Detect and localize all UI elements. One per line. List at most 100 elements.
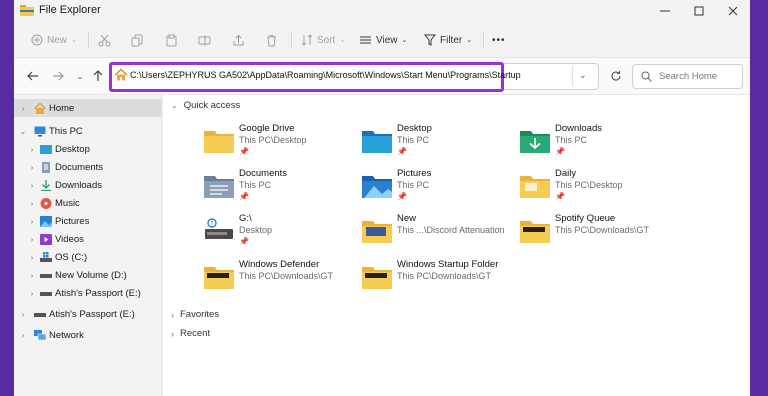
quick-access-item-g-drive[interactable]: ? G:\ Desktop 📌 <box>204 213 354 253</box>
quick-access-item-windows-startup-folder[interactable]: Windows Startup Folder This PC\Downloads… <box>362 259 512 299</box>
sidebar-item-this-pc[interactable]: ⌄ This PC <box>14 122 162 140</box>
chevron-down-icon[interactable]: ⌄ <box>19 127 27 136</box>
chevron-right-icon[interactable]: › <box>19 104 27 113</box>
chevron-down-icon: ⌄ <box>171 101 178 110</box>
favorites-label: Favorites <box>180 309 220 320</box>
item-path: This PC\Desktop <box>555 180 623 190</box>
item-path: This PC <box>397 135 430 145</box>
chevron-right-icon[interactable]: › <box>28 235 36 244</box>
pin-icon: 📌 <box>239 237 249 246</box>
title-bar: File Explorer <box>14 0 750 22</box>
search-placeholder: Search Home <box>659 71 718 82</box>
new-button[interactable]: New ⌄ <box>31 31 77 49</box>
sidebar-item-music[interactable]: › Music <box>14 194 162 212</box>
pictures-folder-icon <box>362 176 392 198</box>
toolbar-divider <box>88 32 89 48</box>
sidebar-item-desktop[interactable]: › Desktop <box>14 140 162 158</box>
see-more-button[interactable]: ••• <box>492 31 506 49</box>
delete-button[interactable] <box>265 31 278 49</box>
recent-header[interactable]: › Recent <box>171 328 210 339</box>
quick-access-item-windows-defender[interactable]: Windows Defender This PC\Downloads\GT <box>204 259 354 299</box>
share-button[interactable] <box>232 31 245 49</box>
navigation-pane: › Home ⌄ This PC › Desktop › Documents ›… <box>14 95 162 396</box>
scissors-icon <box>98 34 111 46</box>
chevron-down-icon: ⌄ <box>71 37 77 44</box>
chevron-right-icon[interactable]: › <box>28 181 36 190</box>
search-box[interactable]: Search Home <box>632 64 743 89</box>
chevron-right-icon[interactable]: › <box>28 271 36 280</box>
chevron-right-icon[interactable]: › <box>19 331 27 340</box>
chevron-down-icon: ⌄ <box>401 37 408 44</box>
sidebar-item-pictures[interactable]: › Pictures <box>14 212 162 230</box>
quick-access-header[interactable]: ⌄ Quick access <box>171 100 240 111</box>
favorites-header[interactable]: › Favorites <box>171 309 219 320</box>
toolbar-divider <box>483 32 484 48</box>
close-icon <box>728 6 738 16</box>
paste-button[interactable] <box>165 31 178 49</box>
chevron-right-icon[interactable]: › <box>28 253 36 262</box>
minimize-button[interactable] <box>648 0 682 22</box>
item-path: This PC <box>397 180 430 190</box>
chevron-right-icon[interactable]: › <box>19 310 27 319</box>
forward-button[interactable] <box>48 66 68 86</box>
home-icon <box>34 102 46 114</box>
folder-icon <box>204 267 234 289</box>
filter-button[interactable]: Filter ⌄ <box>424 31 472 49</box>
address-dropdown-icon[interactable]: ⌄ <box>579 70 587 81</box>
chevron-right-icon[interactable]: › <box>28 163 36 172</box>
sidebar-item-home[interactable]: › Home <box>14 99 162 117</box>
sidebar-item-atish-passport-e-root[interactable]: › Atish's Passport (E:) <box>14 305 162 323</box>
view-button[interactable]: View ⌄ <box>359 31 407 49</box>
file-explorer-window: File Explorer New ⌄ Sort ⌄ View ⌄ Filter… <box>14 0 750 396</box>
music-icon <box>40 197 52 209</box>
quick-access-item-pictures[interactable]: Pictures This PC 📌 <box>362 168 512 208</box>
chevron-right-icon[interactable]: › <box>28 217 36 226</box>
sidebar-item-label: Documents <box>55 161 104 173</box>
arrow-up-icon <box>93 70 103 81</box>
documents-folder-icon <box>204 176 234 198</box>
chevron-right-icon[interactable]: › <box>28 199 36 208</box>
sidebar-item-videos[interactable]: › Videos <box>14 230 162 248</box>
pictures-icon <box>40 215 52 227</box>
item-name: Daily <box>555 168 577 179</box>
sidebar-item-downloads[interactable]: › Downloads <box>14 176 162 194</box>
trash-icon <box>267 34 276 46</box>
quick-access-item-documents[interactable]: Documents This PC 📌 <box>204 168 354 208</box>
sidebar-item-label: OS (C:) <box>55 251 88 263</box>
address-path[interactable]: C:\Users\ZEPHYRUS GA502\AppData\Roaming\… <box>130 70 521 80</box>
sidebar-item-network[interactable]: › Network <box>14 326 162 344</box>
chevron-right-icon[interactable]: › <box>28 145 36 154</box>
quick-access-item-downloads[interactable]: Downloads This PC 📌 <box>520 123 670 163</box>
quick-access-item-spotify-queue[interactable]: Spotify Queue This PC\Downloads\GT <box>520 213 670 253</box>
sort-icon <box>301 34 313 46</box>
sidebar-item-atish-passport-e[interactable]: › Atish's Passport (E:) <box>14 284 162 302</box>
recent-locations-button[interactable]: ⌄ <box>70 66 90 86</box>
quick-access-item-new[interactable]: New This ...\Discord Attenuation <box>362 213 512 253</box>
close-button[interactable] <box>716 0 750 22</box>
folder-icon <box>520 221 550 243</box>
maximize-button[interactable] <box>682 0 716 22</box>
sidebar-item-new-volume-d[interactable]: › New Volume (D:) <box>14 266 162 284</box>
share-icon <box>233 34 244 45</box>
folder-icon <box>362 221 392 243</box>
quick-access-item-daily[interactable]: Daily This PC\Desktop 📌 <box>520 168 670 208</box>
filter-label: Filter <box>440 34 463 46</box>
pin-icon: 📌 <box>239 192 249 201</box>
item-name: Downloads <box>555 123 602 134</box>
chevron-right-icon[interactable]: › <box>28 289 36 298</box>
cut-button[interactable] <box>98 31 111 49</box>
up-button[interactable] <box>88 66 108 86</box>
sort-button[interactable]: Sort ⌄ <box>301 31 345 49</box>
videos-icon <box>40 233 52 245</box>
rename-button[interactable] <box>198 31 211 49</box>
quick-access-item-google-drive[interactable]: Google Drive This PC\Desktop 📌 <box>204 123 354 163</box>
sidebar-item-label: Videos <box>55 233 84 245</box>
address-divider <box>572 66 573 86</box>
item-path: This PC <box>555 135 588 145</box>
refresh-button[interactable] <box>606 66 626 86</box>
back-button[interactable] <box>23 66 43 86</box>
quick-access-item-desktop[interactable]: Desktop This PC 📌 <box>362 123 512 163</box>
sidebar-item-os-c[interactable]: › OS (C:) <box>14 248 162 266</box>
sidebar-item-documents[interactable]: › Documents <box>14 158 162 176</box>
copy-button[interactable] <box>131 31 144 49</box>
